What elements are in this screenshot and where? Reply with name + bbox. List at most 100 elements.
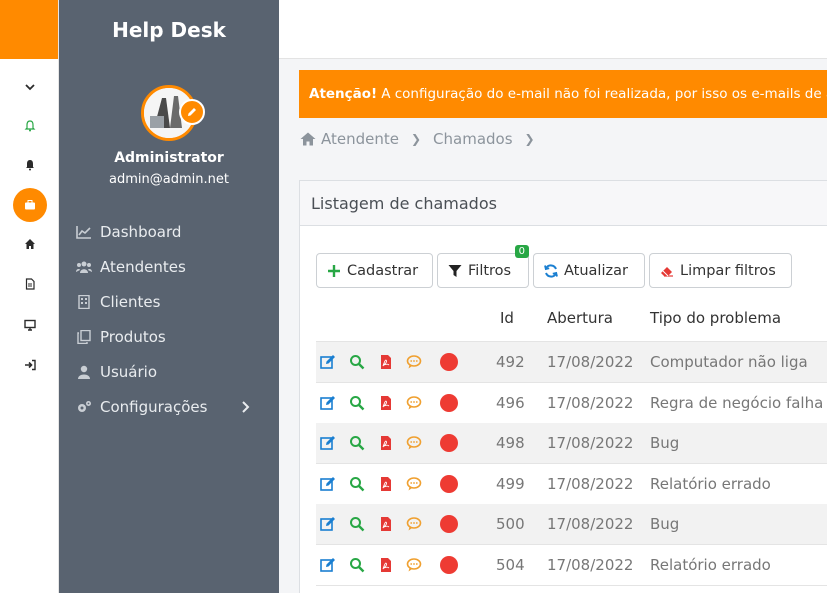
cell-opened: 17/08/2022: [547, 474, 634, 493]
edit-icon[interactable]: [320, 354, 336, 370]
pdf-icon[interactable]: [378, 354, 394, 370]
cell-problem-type: Bug: [650, 434, 680, 452]
refresh-button[interactable]: Atualizar: [533, 253, 645, 288]
sync-icon: [544, 263, 558, 278]
cell-id: 504: [496, 555, 525, 574]
bell-icon[interactable]: [0, 150, 59, 180]
search-icon[interactable]: [349, 435, 365, 451]
search-icon[interactable]: [349, 476, 365, 492]
search-icon[interactable]: [349, 557, 365, 573]
cell-problem-type: Relatório errado: [650, 474, 771, 493]
cell-problem-type: Regra de negócio falha: [650, 393, 824, 412]
pdf-icon[interactable]: [378, 476, 394, 492]
plus-icon: [328, 264, 340, 277]
icon-rail: [0, 0, 59, 593]
cell-id: 496: [496, 393, 525, 412]
home-icon[interactable]: [0, 229, 59, 259]
clear-filters-button-label: Limpar filtros: [680, 262, 776, 279]
column-header-abertura[interactable]: Abertura: [547, 309, 613, 327]
table-row: 492 17/08/2022 Computador não liga: [316, 342, 827, 382]
clear-filters-button[interactable]: Limpar filtros: [649, 253, 792, 288]
search-icon[interactable]: [349, 516, 365, 532]
breadcrumb-separator: ❯: [524, 132, 535, 146]
user-email: admin@admin.net: [109, 172, 229, 187]
pdf-icon[interactable]: [378, 557, 394, 573]
cogs-icon: [78, 401, 91, 412]
chevron-right-icon: [242, 401, 250, 413]
edit-icon[interactable]: [320, 557, 336, 573]
copy-icon: [77, 330, 91, 344]
column-header-id[interactable]: Id: [500, 309, 514, 327]
cell-id: 499: [496, 474, 525, 493]
comment-icon[interactable]: [406, 476, 422, 492]
table-row: 499 17/08/2022 Relatório errado: [316, 464, 827, 504]
nav-item-produtos[interactable]: Produtos: [76, 325, 271, 349]
building-icon: [78, 295, 90, 309]
edit-icon[interactable]: [320, 435, 336, 451]
comment-icon[interactable]: [406, 557, 422, 573]
create-button-label: Cadastrar: [347, 262, 419, 279]
nav-label: Dashboard: [100, 223, 182, 241]
create-button[interactable]: Cadastrar: [316, 253, 433, 288]
briefcase-icon[interactable]: [0, 188, 59, 222]
card-title: Listagem de chamados: [300, 181, 827, 226]
status-indicator: [440, 434, 458, 452]
status-indicator: [440, 353, 458, 371]
table-row: 498 17/08/2022 Bug: [316, 423, 827, 463]
cell-id: 498: [496, 434, 525, 452]
pdf-icon[interactable]: [378, 395, 394, 411]
filters-button[interactable]: Filtros 0: [437, 245, 529, 288]
table-row: 496 17/08/2022 Regra de negócio falha: [316, 383, 827, 423]
user-icon: [78, 365, 90, 379]
email-config-alert: Atenção! A configuração do e-mail não fo…: [299, 70, 827, 118]
breadcrumb-chamados[interactable]: Chamados: [433, 130, 513, 148]
home-icon: [300, 132, 316, 146]
cell-problem-type: Computador não liga: [650, 353, 808, 371]
search-icon[interactable]: [349, 354, 365, 370]
table-row: 500 17/08/2022 Bug: [316, 504, 827, 544]
edit-icon[interactable]: [320, 516, 336, 532]
breadcrumb-separator: ❯: [410, 132, 422, 146]
nav-item-dashboard[interactable]: Dashboard: [76, 220, 271, 244]
comment-icon[interactable]: [406, 516, 422, 532]
sign-out-icon[interactable]: [0, 350, 59, 380]
cell-opened: 17/08/2022: [547, 353, 634, 371]
brand-title: Help Desk: [112, 17, 226, 42]
nav-item-atendentes[interactable]: Atendentes: [76, 255, 271, 279]
search-icon[interactable]: [349, 395, 365, 411]
nav-item-usuario[interactable]: Usuário: [76, 360, 271, 384]
table-divider: [316, 584, 827, 586]
breadcrumb-atendente[interactable]: Atendente: [321, 130, 399, 148]
nav-label: Usuário: [100, 363, 158, 381]
filters-button-label: Filtros: [468, 262, 512, 279]
chevron-down-icon[interactable]: [0, 72, 59, 102]
pdf-icon[interactable]: [378, 435, 394, 451]
comment-icon[interactable]: [406, 435, 422, 451]
file-icon[interactable]: [0, 269, 59, 299]
chart-line-icon: [76, 226, 91, 239]
column-header-tipo-problema[interactable]: Tipo do problema: [650, 309, 781, 327]
cell-opened: 17/08/2022: [547, 515, 634, 533]
filters-count-badge: 0: [514, 245, 529, 258]
comment-icon[interactable]: [406, 395, 422, 411]
nav-item-clientes[interactable]: Clientes: [76, 290, 271, 314]
edit-icon[interactable]: [320, 476, 336, 492]
sidebar: Help Desk Administrator admin@admin.net …: [59, 0, 279, 593]
refresh-button-label: Atualizar: [564, 262, 628, 279]
desktop-icon[interactable]: [0, 310, 59, 340]
pencil-icon: [188, 108, 196, 116]
users-icon: [76, 261, 92, 273]
edit-icon[interactable]: [320, 395, 336, 411]
nav-item-configuracoes[interactable]: Configurações: [76, 395, 271, 419]
edit-avatar-button[interactable]: [179, 99, 205, 125]
pdf-icon[interactable]: [378, 516, 394, 532]
cell-opened: 17/08/2022: [547, 555, 634, 574]
alert-text: A configuração do e-mail não foi realiza…: [381, 86, 827, 102]
user-name: Administrator: [114, 150, 224, 166]
bell-outline-icon[interactable]: [0, 111, 59, 141]
cell-id: 492: [496, 353, 525, 371]
status-indicator: [440, 474, 458, 493]
alert-strong: Atenção!: [309, 86, 378, 102]
status-indicator: [440, 555, 458, 574]
comment-icon[interactable]: [406, 354, 422, 370]
